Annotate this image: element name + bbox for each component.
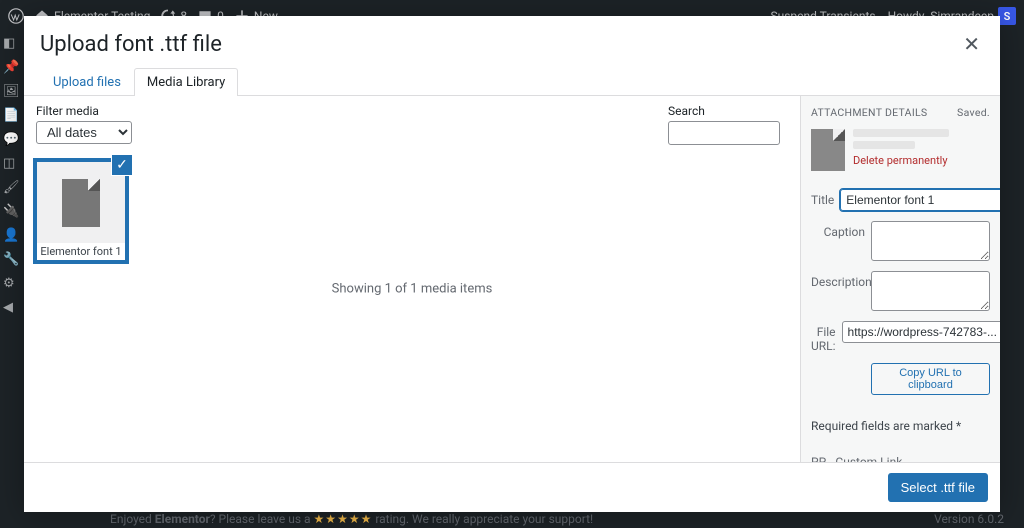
date-filter-select[interactable]: All dates [36,121,132,144]
file-icon [62,179,100,227]
search-input[interactable] [668,121,780,145]
avatar: S [998,7,1016,25]
attachment-details: ATTACHMENT DETAILS Saved. Delete permane… [800,96,1000,462]
attachment-settings: Title Caption Description File URL: Copy… [811,189,990,462]
search-label: Search [668,104,780,118]
fileurl-label: File URL: [811,321,836,353]
caption-label: Caption [811,221,865,239]
description-label: Description [811,271,865,289]
tools-icon[interactable]: 🔧 [3,252,17,266]
caption-input[interactable] [871,221,990,261]
pp-custom-label: PP - Custom Link [811,451,990,462]
media-grid: ✓ Elementor font 1 Showing 1 of 1 media … [24,153,800,462]
details-heading: ATTACHMENT DETAILS [811,106,927,119]
search-group: Search [668,104,780,145]
title-input[interactable] [840,189,1000,211]
comments-icon[interactable]: 💬 [3,132,17,146]
pages-icon[interactable]: 📄 [3,108,17,122]
setting-caption: Caption [811,221,990,261]
meta-line [853,141,915,149]
media-toolbar: Filter media All dates Search [24,96,800,153]
select-file-button[interactable]: Select .ttf file [888,473,988,502]
media-item-filename: Elementor font 1 [37,243,125,260]
settings-icon[interactable]: ⚙ [3,276,17,290]
dashboard-icon[interactable]: ◧ [3,36,17,50]
media-status-text: Showing 1 of 1 media items [332,281,493,296]
media-item[interactable]: ✓ Elementor font 1 [36,161,126,261]
details-header: ATTACHMENT DETAILS Saved. [811,106,990,119]
wp-logo-icon[interactable] [8,8,24,24]
modal-body: Filter media All dates Search ✓ Elemento [24,96,1000,462]
footer-rating: Enjoyed Elementor? Please leave us a ★★★… [110,512,593,526]
appearance-icon[interactable]: 🖌 [3,180,17,194]
required-note: Required fields are marked * [811,419,990,433]
posts-icon[interactable]: 📌 [3,60,17,74]
setting-fileurl: File URL: [811,321,990,353]
filter-label: Filter media [36,104,132,118]
delete-permanently-link[interactable]: Delete permanently [853,154,948,167]
modal-header: Upload font .ttf file ✕ [24,16,1000,68]
admin-sidebar: ◧ 📌 🖼 📄 💬 ◫ 🖌 🔌 👤 🔧 ⚙ ◀ [0,32,20,528]
title-label: Title [811,189,834,207]
media-icon[interactable]: 🖼 [3,84,17,98]
file-icon [811,129,845,171]
tab-media-library[interactable]: Media Library [134,68,238,96]
copy-url-button[interactable]: Copy URL to clipboard [871,363,990,395]
modal-tabs: Upload files Media Library [24,68,1000,96]
filter-group: Filter media All dates [36,104,132,144]
media-pane: Filter media All dates Search ✓ Elemento [24,96,800,462]
templates-icon[interactable]: ◫ [3,156,17,170]
saved-label: Saved. [957,106,990,119]
fileurl-input[interactable] [842,321,1000,343]
setting-pp-custom: PP - Custom Link [811,451,990,462]
page-footer: Enjoyed Elementor? Please leave us a ★★★… [110,512,1004,526]
wp-version: Version 6.0.2 [934,512,1004,526]
selected-check-icon[interactable]: ✓ [112,155,132,175]
attachment-info: Delete permanently [811,129,990,171]
media-modal: Upload font .ttf file ✕ Upload files Med… [24,16,1000,512]
modal-footer: Select .ttf file [24,462,1000,512]
setting-description: Description [811,271,990,311]
description-input[interactable] [871,271,990,311]
stars-icon[interactable]: ★★★★★ [314,512,373,526]
plugins-icon[interactable]: 🔌 [3,204,17,218]
tab-upload-files[interactable]: Upload files [40,68,134,96]
modal-title: Upload font .ttf file [40,32,222,57]
close-button[interactable]: ✕ [959,28,984,60]
meta-line [853,129,949,137]
users-icon[interactable]: 👤 [3,228,17,242]
collapse-icon[interactable]: ◀ [3,300,17,314]
setting-title: Title [811,189,990,211]
attachment-meta: Delete permanently [853,129,990,171]
